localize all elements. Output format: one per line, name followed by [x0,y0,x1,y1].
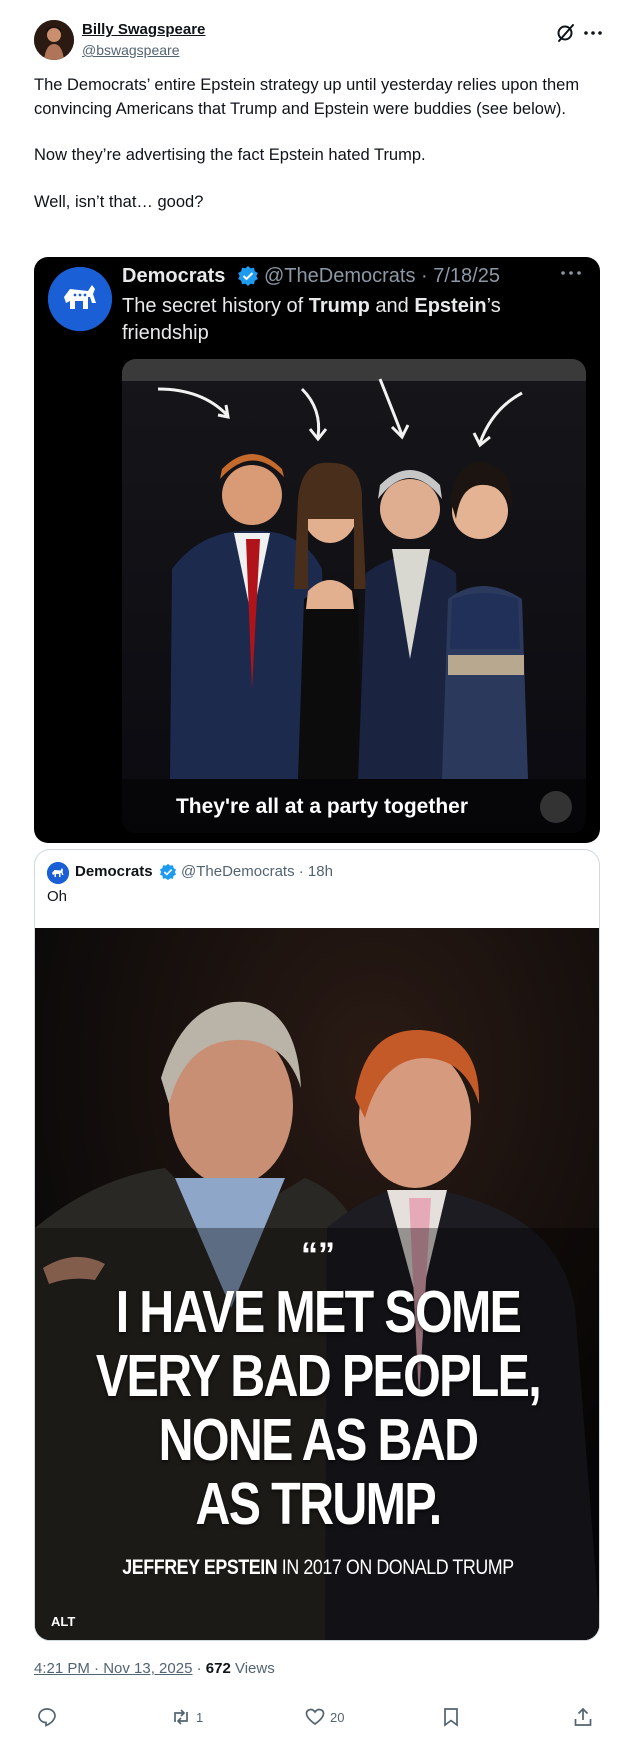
attribution-rest: IN 2017 ON DONALD TRUMP [277,1556,514,1579]
attribution-name: JEFFREY EPSTEIN [122,1556,278,1579]
tweet-paragraph: Now they’re advertising the fact Epstein… [34,146,426,164]
bookmark-icon [444,1708,458,1727]
screenshot-handle-date: @TheDemocrats · 7/18/25 [264,265,500,287]
headline-line: NONE AS BAD [158,1407,479,1473]
share-icon [574,1707,592,1726]
headline-line: AS TRUMP. [195,1471,442,1537]
share-button[interactable] [572,1704,594,1730]
text-part-bold: Epstein [414,295,487,317]
tweet-text: The Democrats’ entire Epstein strategy u… [34,74,594,237]
repost-count: 1 [196,1709,204,1725]
quoted-author-name[interactable]: Democrats [75,863,153,880]
quoted-tweet-card[interactable]: Democrats @TheDemocrats · 18h Oh “” I HA… [34,849,600,1641]
embedded-screenshot-image[interactable]: Democrats @TheDemocrats · 7/18/25 The se… [34,257,600,843]
author-avatar[interactable] [34,20,74,60]
party-photo-illustration [122,359,586,833]
headline-line: VERY BAD PEOPLE, [95,1343,542,1409]
views-label: Views [230,1660,275,1677]
image-headline: I HAVE MET SOME VERY BAD PEOPLE, NONE AS… [86,1280,550,1536]
like-count: 20 [330,1709,345,1725]
headline-line: I HAVE MET SOME [115,1279,522,1345]
views-count: 672 [205,1660,231,1677]
like-button[interactable]: 20 [304,1704,344,1730]
action-bar: 1 20 [34,1700,600,1736]
bookmark-button[interactable] [440,1704,462,1730]
mute-button[interactable] [540,791,572,823]
repost-icon [174,1709,188,1725]
text-part: The secret history of [122,295,309,317]
repost-button[interactable]: 1 [170,1704,203,1730]
verified-badge-icon [238,266,258,286]
democrats-avatar [48,267,112,331]
tweet-page: Billy Swagspeare @bswagspeare The Democr… [0,0,622,1747]
democrats-avatar-small [47,862,69,884]
more-options-icon[interactable] [582,22,604,44]
quoted-handle-time: @TheDemocrats · 18h [181,863,333,880]
image-attribution: JEFFREY EPSTEIN IN 2017 ON DONALD TRUMP [77,1556,558,1580]
verified-badge-icon [159,863,177,881]
quote-mark-glyph: “” [301,1236,335,1274]
tweet-header: Billy Swagspeare @bswagspeare [34,18,604,64]
screenshot-tweet-text: The secret history of Trump and Epstein’… [122,293,582,347]
alt-text-badge[interactable]: ALT [51,1614,75,1629]
author-name[interactable]: Billy Swagspeare [82,21,205,38]
tweet-timestamp[interactable]: 4:21 PM · Nov 13, 2025 [34,1660,192,1677]
quoted-image[interactable]: “” I HAVE MET SOME VERY BAD PEOPLE, NONE… [35,928,599,1640]
screenshot-author-name: Democrats [122,265,226,287]
heart-icon [305,1708,325,1726]
video-caption: They're all at a party together [175,795,469,818]
speaker-muted-icon [540,791,586,833]
quoted-tweet-text: Oh [47,888,68,905]
screenshot-more-icon [561,271,581,275]
meta-separator: · [192,1660,206,1677]
text-part-bold: Trump [308,295,370,317]
grok-icon[interactable] [554,22,576,44]
tweet-paragraph: The Democrats’ entire Epstein strategy u… [34,76,580,118]
author-handle[interactable]: @bswagspeare [82,42,180,58]
reply-button[interactable] [36,1704,62,1730]
party-photo-video[interactable]: They're all at a party together [122,359,586,833]
tweet-meta: 4:21 PM · Nov 13, 2025 · 672 Views [34,1660,275,1677]
tweet-paragraph: Well, isn’t that… good? [34,192,204,211]
text-part: and [369,295,415,317]
reply-icon [38,1708,56,1727]
